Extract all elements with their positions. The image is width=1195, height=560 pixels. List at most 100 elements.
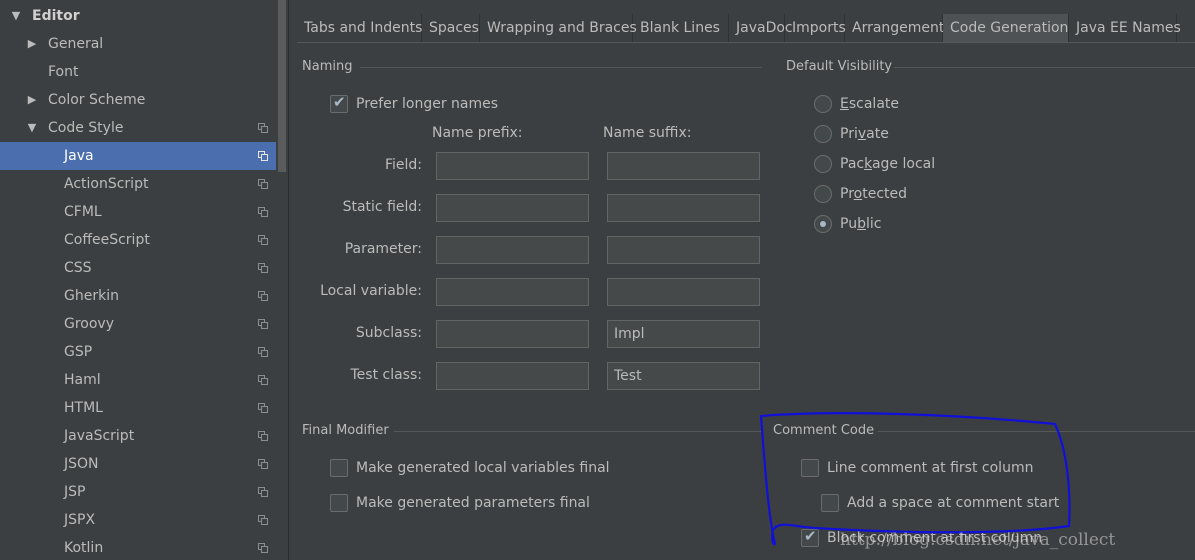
visibility-protected-radio[interactable] [814, 185, 832, 203]
sidebar-item-label: Kotlin [64, 540, 104, 556]
sidebar-item-label: ActionScript [64, 176, 149, 192]
sidebar-item-label: HTML [64, 400, 103, 416]
scrollbar-thumb[interactable] [278, 0, 286, 172]
expanded-arrow-icon[interactable]: ▼ [10, 2, 22, 30]
sidebar-item-haml[interactable]: Haml [0, 366, 276, 394]
sidebar-scrollbar[interactable] [276, 0, 288, 560]
sidebar-item-label: JSPX [64, 512, 96, 528]
subclass-suffix-input[interactable] [607, 320, 760, 348]
test-class-prefix-input[interactable] [436, 362, 589, 390]
sidebar-item-label: Java [64, 148, 94, 164]
parameter-suffix-input[interactable] [607, 236, 760, 264]
visibility-escalate-radio[interactable] [814, 95, 832, 113]
sidebar-item-code-style[interactable]: ▼ Code Style [0, 114, 276, 142]
tab-spaces[interactable]: Spaces [422, 14, 480, 42]
parameter-prefix-input[interactable] [436, 236, 589, 264]
label-part: E [840, 96, 849, 112]
sidebar-item-css[interactable]: CSS [0, 254, 276, 282]
sidebar-item-json[interactable]: JSON [0, 450, 276, 478]
prefer-longer-names-checkbox[interactable]: ✔ [330, 93, 348, 113]
label-part: k [864, 156, 872, 172]
make-generated-local-variables-final-checkbox[interactable] [330, 459, 348, 477]
sidebar-item-gsp[interactable]: GSP [0, 338, 276, 366]
sidebar-item-color-scheme[interactable]: ▶ Color Scheme [0, 86, 276, 114]
tab-blank-lines[interactable]: Blank Lines [633, 14, 729, 42]
tab-javadoc[interactable]: JavaDoc [729, 14, 793, 42]
sidebar-item-coffeescript[interactable]: CoffeeScript [0, 226, 276, 254]
sidebar-item-label: JavaScript [64, 428, 135, 444]
sidebar-item-font[interactable]: Font [0, 58, 276, 86]
visibility-private-radio[interactable] [814, 125, 832, 143]
collapsed-arrow-icon[interactable]: ▶ [26, 30, 38, 58]
sidebar-item-label: Gherkin [64, 288, 119, 304]
label-part: Pu [840, 216, 858, 232]
sidebar-item-label: Color Scheme [48, 92, 146, 108]
sidebar-item-general[interactable]: ▶ General [0, 30, 276, 58]
make-generated-local-variables-final-label: Make generated local variables final [356, 460, 610, 476]
static-field-prefix-input[interactable] [436, 194, 589, 222]
local-variable-suffix-input[interactable] [607, 278, 760, 306]
visibility-package-local-radio[interactable] [814, 155, 832, 173]
comment-code-divider [878, 431, 1195, 432]
tab-tabs-and-indents[interactable]: Tabs and Indents [297, 14, 422, 42]
naming-group-title: Naming [302, 59, 353, 74]
tab-underline [297, 42, 1195, 43]
visibility-public-label: Public [840, 216, 881, 232]
sidebar-item-kotlin[interactable]: Kotlin [0, 534, 276, 560]
sidebar-item-cfml[interactable]: CFML [0, 198, 276, 226]
static-field-label: Static field: [342, 199, 422, 215]
tab-imports[interactable]: Imports [785, 14, 846, 42]
line-comment-at-first-column-checkbox[interactable] [801, 459, 819, 477]
local-variable-prefix-input[interactable] [436, 278, 589, 306]
static-field-suffix-input[interactable] [607, 194, 760, 222]
copy-scheme-icon [258, 431, 268, 441]
tab-wrapping-and-braces[interactable]: Wrapping and Braces [480, 14, 637, 42]
sidebar-item-java[interactable]: Java [0, 142, 276, 170]
sidebar-item-jspx[interactable]: JSPX [0, 506, 276, 534]
label-part: b [857, 216, 866, 232]
panel-divider[interactable] [288, 0, 289, 560]
subclass-prefix-input[interactable] [436, 320, 589, 348]
tab-arrangement[interactable]: Arrangement [845, 14, 944, 42]
copy-scheme-icon [258, 375, 268, 385]
sidebar-item-groovy[interactable]: Groovy [0, 310, 276, 338]
sidebar-item-javascript[interactable]: JavaScript [0, 422, 276, 450]
collapsed-arrow-icon[interactable]: ▶ [26, 86, 38, 114]
comment-code-group-title: Comment Code [773, 423, 875, 438]
visibility-escalate-label: Escalate [840, 96, 899, 112]
copy-scheme-icon [258, 319, 268, 329]
local-variable-label: Local variable: [320, 283, 422, 299]
visibility-protected-label: Protected [840, 186, 907, 202]
make-generated-parameters-final-label: Make generated parameters final [356, 495, 590, 511]
visibility-public-radio[interactable] [814, 215, 832, 233]
tab-code-generation[interactable]: Code Generation [943, 14, 1069, 42]
test-class-suffix-input[interactable] [607, 362, 760, 390]
test-class-label: Test class: [350, 367, 423, 383]
sidebar-item-label: JSP [64, 484, 86, 500]
sidebar-item-gherkin[interactable]: Gherkin [0, 282, 276, 310]
sidebar-item-html[interactable]: HTML [0, 394, 276, 422]
sidebar-item-label: Haml [64, 372, 101, 388]
copy-scheme-icon [258, 459, 268, 469]
expanded-arrow-icon[interactable]: ▼ [26, 114, 38, 142]
copy-scheme-icon [258, 263, 268, 273]
field-prefix-input[interactable] [436, 152, 589, 180]
sidebar-item-label: General [48, 36, 104, 52]
watermark-text: http://blog.csdn.net/java_collect [840, 530, 1116, 550]
add-a-space-at-comment-start-checkbox[interactable] [821, 494, 839, 512]
sidebar-item-actionscript[interactable]: ActionScript [0, 170, 276, 198]
copy-scheme-icon [258, 123, 268, 133]
block-comment-at-first-column-checkbox[interactable]: ✔ [801, 527, 819, 547]
label-part: scalate [848, 96, 900, 112]
field-suffix-input[interactable] [607, 152, 760, 180]
sidebar-item-editor[interactable]: ▼ Editor [0, 2, 276, 30]
tab-java-ee-names[interactable]: Java EE Names [1069, 14, 1181, 42]
copy-scheme-icon [258, 347, 268, 357]
make-generated-parameters-final-checkbox[interactable] [330, 494, 348, 512]
sidebar-item-jsp[interactable]: JSP [0, 478, 276, 506]
subclass-label: Subclass: [355, 325, 422, 341]
add-a-space-at-comment-start-label: Add a space at comment start [847, 495, 1060, 511]
copy-scheme-icon [258, 179, 268, 189]
sidebar-item-label: Font [48, 64, 79, 80]
sidebar-item-label: Groovy [64, 316, 114, 332]
